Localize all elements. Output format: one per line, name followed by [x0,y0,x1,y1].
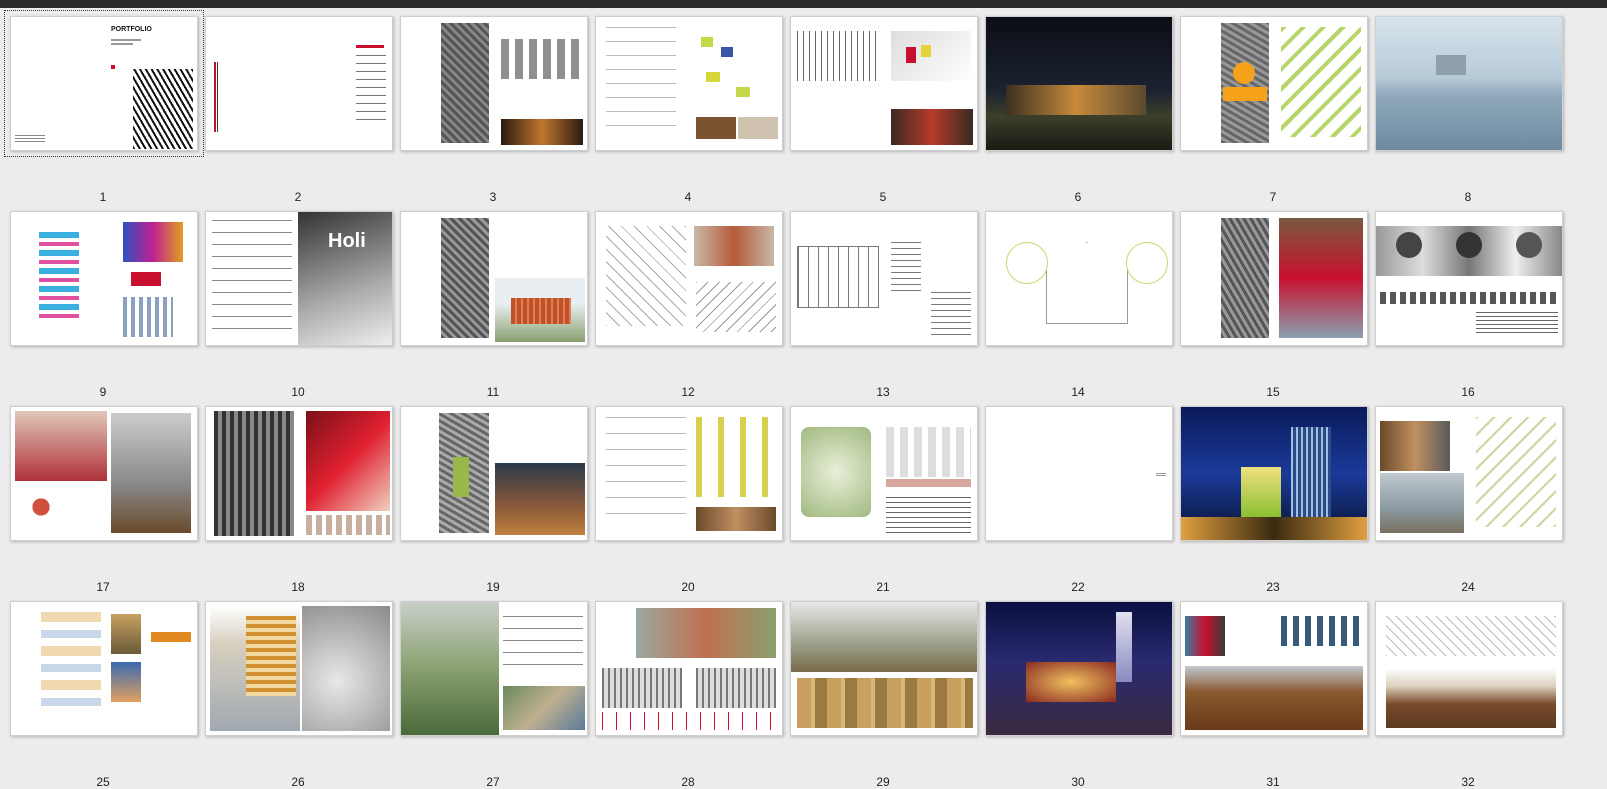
slide-number-29: 29 [876,775,890,789]
slide-thumbnail-30[interactable] [985,601,1173,736]
slide-thumbnail-7[interactable] [1180,16,1368,151]
slide-number-8: 8 [1464,190,1472,204]
slide-number-3: 3 [489,190,497,204]
slide-number-31: 31 [1266,775,1280,789]
slide-number-7: 7 [1269,190,1277,204]
slide-number-17: 17 [96,580,110,594]
slide-thumbnail-22[interactable] [985,406,1173,541]
slide-number-15: 15 [1266,385,1280,399]
slide-thumbnail-31[interactable] [1180,601,1368,736]
slide-number-25: 25 [96,775,110,789]
slide-number-22: 22 [1071,580,1085,594]
slide-thumbnail-19[interactable] [400,406,588,541]
slide-thumbnail-20[interactable] [595,406,783,541]
slide-thumbnail-21[interactable] [790,406,978,541]
slide-number-23: 23 [1266,580,1280,594]
slide-thumbnail-26[interactable] [205,601,393,736]
slide-thumbnail-4[interactable] [595,16,783,151]
slide-number-11: 11 [486,385,500,399]
slide-thumbnail-29[interactable] [790,601,978,736]
slide-thumbnail-1[interactable]: PORTFOLIO [4,10,204,157]
slide-number-5: 5 [879,190,887,204]
slide-number-4: 4 [684,190,692,204]
slide-thumbnail-24[interactable] [1375,406,1563,541]
slide-number-24: 24 [1461,580,1475,594]
slide-thumbnail-2[interactable] [205,16,393,151]
slide-number-10: 10 [291,385,305,399]
slide-thumbnail-16[interactable] [1375,211,1563,346]
slide-number-18: 18 [291,580,305,594]
slide-number-1: 1 [99,190,107,204]
slide-sorter-grid: PORTFOLIO 1 2 3 4 5 6 7 8 9 Holi 10 11 1… [0,8,1607,789]
slide-thumbnail-18[interactable] [205,406,393,541]
slide-thumbnail-32[interactable] [1375,601,1563,736]
cover-title: PORTFOLIO [111,26,152,33]
slide-thumbnail-15[interactable] [1180,211,1368,346]
slide-thumbnail-28[interactable] [595,601,783,736]
slide-thumbnail-10[interactable]: Holi [205,211,393,346]
slide-thumbnail-27[interactable] [400,601,588,736]
slide-thumbnail-17[interactable] [10,406,198,541]
slide-thumbnail-13[interactable] [790,211,978,346]
slide-number-28: 28 [681,775,695,789]
window-topbar [0,0,1607,8]
slide-thumbnail-11[interactable] [400,211,588,346]
slide-thumbnail-8[interactable] [1375,16,1563,151]
slide-number-14: 14 [1071,385,1085,399]
slide-number-30: 30 [1071,775,1085,789]
slide-thumbnail-25[interactable] [10,601,198,736]
slide-thumbnail-5[interactable] [790,16,978,151]
slide-number-26: 26 [291,775,305,789]
slide-number-20: 20 [681,580,695,594]
slide-number-2: 2 [294,190,302,204]
slide-thumbnail-3[interactable] [400,16,588,151]
slide-number-13: 13 [876,385,890,399]
slide-thumbnail-12[interactable] [595,211,783,346]
slide-number-12: 12 [681,385,695,399]
slide-number-32: 32 [1461,775,1475,789]
slide-number-19: 19 [486,580,500,594]
holi-title: Holi [328,230,366,252]
slide-number-21: 21 [876,580,890,594]
slide-thumbnail-6[interactable] [985,16,1173,151]
slide-number-16: 16 [1461,385,1475,399]
slide-thumbnail-14[interactable] [985,211,1173,346]
slide-number-6: 6 [1074,190,1082,204]
slide-thumbnail-9[interactable] [10,211,198,346]
slide-number-9: 9 [99,385,107,399]
slide-thumbnail-23[interactable] [1180,406,1368,541]
slide-number-27: 27 [486,775,500,789]
